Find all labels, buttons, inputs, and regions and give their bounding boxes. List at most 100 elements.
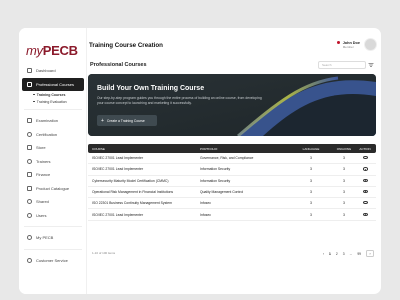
courses-table: COURSE PORTFOLIO LANGUAGE ONGOING ACTION… bbox=[88, 144, 376, 221]
page-title: Training Course Creation bbox=[89, 42, 163, 49]
sidebar-subitem-training-evaluation[interactable]: Training Evaluation bbox=[22, 98, 84, 105]
view-icon[interactable] bbox=[362, 156, 368, 160]
course-cell: ISO/IEC 27001 Lead Implementer bbox=[92, 167, 144, 172]
page-links: ‹ 1 2 3 ... 99 › bbox=[318, 250, 374, 257]
sidebar-item-finance[interactable]: Finance bbox=[22, 168, 84, 182]
language-cell: 3 bbox=[310, 167, 312, 172]
sidebar-item-dashboard[interactable]: Dashboard bbox=[22, 64, 84, 78]
hero-title: Build Your Own Training Course bbox=[97, 85, 205, 92]
page-link[interactable]: 3 bbox=[343, 252, 345, 256]
course-cell: ISO/IEC 27001 Lead Implementer bbox=[92, 212, 144, 217]
plus-icon: + bbox=[101, 117, 104, 124]
exam-icon bbox=[27, 118, 32, 124]
logo-prefix: my bbox=[26, 43, 43, 58]
hero-background-art bbox=[88, 74, 376, 136]
hero-description: Our step-by-step program guides you thro… bbox=[97, 96, 262, 105]
page-ellipsis: ... bbox=[349, 251, 353, 256]
search-input[interactable]: Search bbox=[318, 61, 366, 69]
language-cell: 3 bbox=[310, 201, 312, 206]
page-link[interactable]: 99 bbox=[357, 252, 361, 256]
language-cell: 3 bbox=[310, 156, 312, 161]
avatar[interactable] bbox=[364, 38, 377, 51]
user-menu[interactable]: John Doe Member bbox=[336, 38, 377, 51]
pagination: 1-10 of 100 items ‹ 1 2 3 ... 99 › bbox=[88, 250, 376, 258]
course-cell: ISO 22301 Business Continuity Management… bbox=[92, 201, 172, 206]
portfolio-cell: Infosec bbox=[200, 212, 211, 217]
store-icon bbox=[27, 145, 32, 151]
column-header-ongoing[interactable]: ONGOING bbox=[334, 147, 354, 151]
ongoing-cell: 3 bbox=[343, 201, 345, 206]
logo-brand: PECB bbox=[42, 43, 78, 58]
certificate-icon bbox=[27, 131, 32, 137]
page-link[interactable]: 1 bbox=[329, 252, 331, 256]
table-row[interactable]: ISO/IEC 27001 Lead Implementer Informati… bbox=[88, 164, 376, 176]
table-row[interactable]: ISO 22301 Business Continuity Management… bbox=[88, 198, 376, 210]
users-icon bbox=[27, 212, 32, 218]
sidebar-item-shared[interactable]: Shared bbox=[22, 195, 84, 209]
portfolio-cell: Quality Management Control bbox=[200, 190, 244, 195]
column-header-action: ACTION bbox=[359, 146, 371, 151]
language-cell: 3 bbox=[310, 212, 312, 217]
view-icon[interactable] bbox=[362, 167, 368, 171]
language-cell: 3 bbox=[310, 178, 312, 183]
sidebar-item-examination[interactable]: Examination bbox=[22, 114, 84, 128]
column-header-course[interactable]: COURSE bbox=[88, 147, 200, 151]
course-cell: Operational Risk Management in Financial… bbox=[92, 190, 174, 195]
sidebar-item-customer-service[interactable]: Customer Service bbox=[22, 254, 84, 268]
logo[interactable]: myPECB bbox=[26, 43, 78, 58]
sidebar-item-trainers[interactable]: Trainers bbox=[22, 155, 84, 169]
sidebar-item-professional-courses[interactable]: Professional Courses bbox=[22, 77, 84, 91]
portfolio-cell: Information Security bbox=[200, 167, 231, 172]
ongoing-cell: 3 bbox=[343, 190, 345, 195]
table-row[interactable]: Operational Risk Management in Financial… bbox=[88, 187, 376, 199]
user-info: John Doe Member bbox=[343, 41, 360, 49]
sidebar-item-certification[interactable]: Certification bbox=[22, 128, 84, 142]
divider bbox=[24, 109, 82, 110]
prev-page-icon[interactable]: ‹ bbox=[323, 252, 324, 256]
ongoing-cell: 3 bbox=[343, 178, 345, 183]
trainers-icon bbox=[27, 158, 32, 164]
table-row[interactable]: ISO/IEC 27001 Lead Implementer Infosec 3… bbox=[88, 209, 376, 221]
sidebar-item-users[interactable]: Users bbox=[22, 209, 84, 223]
sidebar-item-product-catalogue[interactable]: Product Catalogue bbox=[22, 182, 84, 196]
finance-icon bbox=[27, 172, 32, 178]
ongoing-cell: 3 bbox=[343, 156, 345, 161]
support-icon bbox=[27, 257, 32, 263]
user-name: John Doe bbox=[342, 40, 360, 45]
bullet-icon bbox=[33, 93, 35, 96]
column-header-portfolio[interactable]: PORTFOLIO bbox=[200, 147, 288, 151]
notification-badge-icon bbox=[336, 41, 340, 44]
sidebar-item-my-pecb[interactable]: My PECB bbox=[22, 231, 84, 245]
course-cell: ISO/IEC 27001 Lead Implementer bbox=[92, 156, 144, 161]
view-icon[interactable] bbox=[362, 212, 368, 216]
table-header: COURSE PORTFOLIO LANGUAGE ONGOING ACTION bbox=[88, 144, 376, 153]
divider bbox=[24, 248, 82, 250]
language-cell: 3 bbox=[310, 190, 312, 195]
divider bbox=[24, 226, 82, 227]
sidebar-item-store[interactable]: Store bbox=[22, 141, 84, 155]
column-header-language[interactable]: LANGUAGE bbox=[288, 147, 334, 151]
section-title: Professional Courses bbox=[90, 62, 147, 68]
next-page-icon[interactable]: › bbox=[366, 250, 374, 257]
table-row[interactable]: ISO/IEC 27001 Lead Implementer Governanc… bbox=[88, 153, 376, 165]
sidebar-subitem-training-courses[interactable]: Training Courses bbox=[22, 91, 84, 98]
hero-banner: Build Your Own Training Course Our step-… bbox=[88, 74, 376, 136]
portfolio-cell: Infosec bbox=[200, 201, 211, 206]
user-role: Member bbox=[342, 44, 354, 49]
sidebar-nav: Dashboard Professional Courses Training … bbox=[22, 64, 84, 267]
view-icon[interactable] bbox=[362, 201, 368, 205]
course-cell: Cybersecurity Maturity Model Certificati… bbox=[92, 178, 169, 183]
ongoing-cell: 3 bbox=[343, 167, 345, 172]
bullet-icon bbox=[33, 100, 35, 103]
filter-icon[interactable] bbox=[368, 62, 374, 68]
page-link[interactable]: 2 bbox=[336, 252, 338, 256]
table-row[interactable]: Cybersecurity Maturity Model Certificati… bbox=[88, 176, 376, 187]
pecb-icon bbox=[27, 235, 32, 241]
view-icon[interactable] bbox=[362, 178, 368, 182]
book-icon bbox=[27, 81, 32, 87]
sidebar: myPECB Dashboard Professional Courses Tr… bbox=[19, 28, 87, 294]
ongoing-cell: 3 bbox=[343, 212, 345, 217]
view-icon[interactable] bbox=[362, 189, 368, 194]
portfolio-cell: Governance, Risk, and Compliance bbox=[200, 156, 254, 161]
create-training-course-button[interactable]: + Create a Training Course bbox=[97, 115, 157, 126]
